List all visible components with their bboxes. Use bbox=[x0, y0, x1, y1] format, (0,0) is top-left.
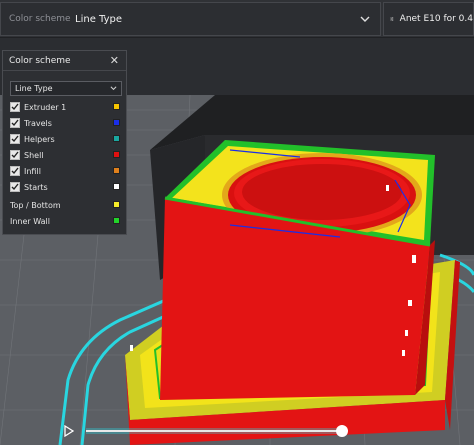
play-icon[interactable] bbox=[64, 425, 74, 437]
checkmark-icon bbox=[11, 183, 19, 191]
legend-row-travels[interactable]: Travels bbox=[10, 116, 122, 130]
chevron-down-icon bbox=[110, 86, 117, 91]
starts-checkbox[interactable] bbox=[10, 182, 20, 192]
checkmark-icon bbox=[11, 151, 19, 159]
line-type-select[interactable]: Line Type bbox=[10, 81, 122, 96]
starts-swatch bbox=[113, 183, 120, 190]
top-bottom-label: Top / Bottom bbox=[10, 200, 61, 210]
checkmark-icon bbox=[11, 135, 19, 143]
color-scheme-panel: Color scheme ✕ Line Type Extruder 1 Trav… bbox=[2, 50, 127, 235]
legend-row-starts[interactable]: Starts bbox=[10, 180, 122, 194]
printed-cube bbox=[160, 140, 435, 400]
shell-swatch bbox=[113, 151, 120, 158]
checkmark-icon bbox=[11, 167, 19, 175]
legend-row-helpers[interactable]: Helpers bbox=[10, 132, 122, 146]
printer-name: Anet E10 for 0.4 bbox=[399, 14, 473, 24]
layer-simulation-slider[interactable] bbox=[60, 422, 350, 440]
helpers-checkbox[interactable] bbox=[10, 134, 20, 144]
infill-swatch bbox=[113, 167, 120, 174]
shell-checkbox[interactable] bbox=[10, 150, 20, 160]
extruder-1-swatch bbox=[113, 103, 120, 110]
helpers-label: Helpers bbox=[24, 134, 55, 144]
travels-label: Travels bbox=[24, 118, 52, 128]
helpers-swatch bbox=[113, 135, 120, 142]
legend-row-inner-wall: Inner Wall bbox=[10, 214, 122, 228]
top-bar: Color scheme Line Type Anet E10 for 0.4 bbox=[0, 0, 474, 38]
chevron-down-icon bbox=[360, 16, 370, 22]
starts-label: Starts bbox=[24, 182, 48, 192]
printer-selector[interactable]: Anet E10 for 0.4 bbox=[383, 2, 474, 36]
line-type-select-value: Line Type bbox=[15, 84, 53, 93]
extruder-1-label: Extruder 1 bbox=[24, 102, 67, 112]
slider-track[interactable] bbox=[86, 430, 338, 432]
color-scheme-label: Color scheme bbox=[9, 14, 71, 24]
panel-title: Color scheme bbox=[9, 55, 71, 66]
color-scheme-value: Line Type bbox=[75, 13, 122, 25]
checkmark-icon bbox=[11, 103, 19, 111]
legend-row-extruder-1[interactable]: Extruder 1 bbox=[10, 100, 122, 114]
legend-row-infill[interactable]: Infill bbox=[10, 164, 122, 178]
shell-label: Shell bbox=[24, 150, 44, 160]
color-scheme-dropdown[interactable]: Color scheme Line Type bbox=[0, 2, 381, 36]
panel-header: Color scheme bbox=[3, 51, 126, 71]
extruder-1-checkbox[interactable] bbox=[10, 102, 20, 112]
checkmark-icon bbox=[11, 119, 19, 127]
top-bottom-swatch bbox=[113, 201, 120, 208]
inner-wall-label: Inner Wall bbox=[10, 216, 50, 226]
travels-checkbox[interactable] bbox=[10, 118, 20, 128]
close-icon[interactable]: ✕ bbox=[110, 55, 119, 66]
slider-handle[interactable] bbox=[336, 425, 348, 437]
legend-row-shell[interactable]: Shell bbox=[10, 148, 122, 162]
infill-label: Infill bbox=[24, 166, 41, 176]
inner-wall-swatch bbox=[113, 217, 120, 224]
infill-checkbox[interactable] bbox=[10, 166, 20, 176]
travels-swatch bbox=[113, 119, 120, 126]
legend-row-top-bottom: Top / Bottom bbox=[10, 198, 122, 212]
settings-sliders-icon bbox=[390, 17, 394, 21]
